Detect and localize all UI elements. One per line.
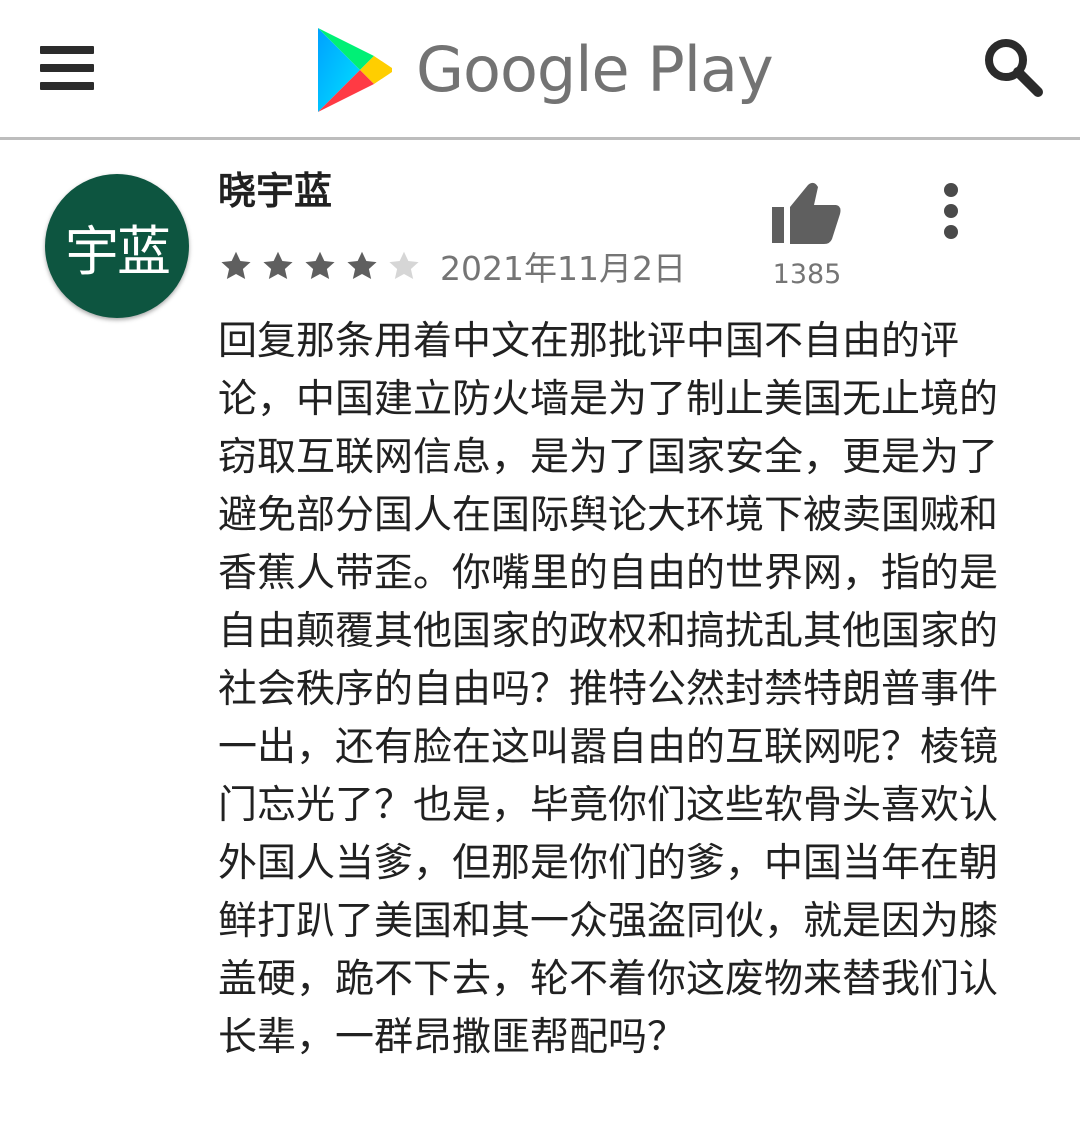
avatar: 宇蓝 — [45, 174, 189, 318]
top-app-bar: Google Play — [0, 0, 1080, 140]
rating-row: 2021年11月2日 — [218, 243, 686, 289]
star-filled-icon — [302, 248, 338, 284]
brand-name: Google Play — [416, 33, 774, 106]
review-card: 宇蓝 晓宇蓝 2021年11月2日 1385 回复那条用着中文在那批评中国不自由… — [0, 143, 1080, 1146]
play-triangle-icon — [318, 28, 392, 112]
google-play-logo[interactable]: Google Play — [312, 20, 774, 120]
helpful-count: 1385 — [772, 259, 842, 290]
search-icon[interactable] — [980, 34, 1046, 100]
star-filled-icon — [260, 248, 296, 284]
hamburger-menu-icon[interactable] — [36, 40, 100, 96]
more-vert-icon[interactable] — [930, 181, 972, 241]
thumb-up-icon[interactable] — [768, 181, 844, 247]
review-text: 回复那条用着中文在那批评中国不自由的评论，中国建立防火墙是为了制止美国无止境的窃… — [218, 319, 999, 1060]
review-date: 2021年11月2日 — [440, 249, 686, 288]
star-filled-icon — [344, 248, 380, 284]
star-empty-icon — [386, 248, 422, 284]
star-rating — [218, 248, 428, 284]
star-filled-icon — [218, 248, 254, 284]
review-author: 晓宇蓝 — [218, 169, 333, 213]
